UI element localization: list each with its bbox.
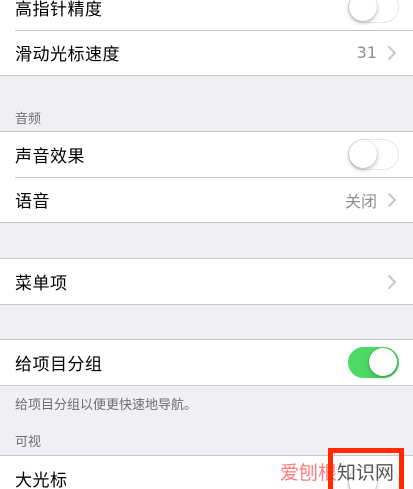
- cursor-speed-row[interactable]: 滑动光标速度 31: [0, 30, 413, 75]
- precision-row[interactable]: 高指针精度: [0, 0, 413, 30]
- group-items-row[interactable]: 给项目分组: [0, 340, 413, 385]
- grouping-footer-note: 给项目分组以便更快速地导航。: [15, 398, 198, 413]
- settings-screen: 高指针精度 滑动光标速度 31 音频 声音效果 语音 关闭 菜单项 给项目分组 …: [0, 0, 413, 489]
- pointer-group: 高指针精度 滑动光标速度 31: [0, 0, 413, 76]
- audio-group: 声音效果 语音 关闭: [0, 131, 413, 223]
- group-items-toggle[interactable]: [348, 347, 399, 378]
- toggle-knob: [349, 140, 377, 168]
- menu-items-row[interactable]: 菜单项: [0, 259, 413, 304]
- cursor-speed-value: 31: [356, 43, 377, 62]
- speech-value: 关闭: [344, 191, 377, 211]
- speech-row[interactable]: 语音 关闭: [0, 177, 413, 222]
- watermark-highlight-box: [328, 448, 404, 489]
- chevron-right-icon: [388, 45, 396, 60]
- menu-group: 菜单项: [0, 258, 413, 305]
- precision-label: 高指针精度: [15, 0, 103, 20]
- toggle-knob: [369, 348, 397, 376]
- grouping-group: 给项目分组: [0, 339, 413, 386]
- audio-section-header: 音频: [15, 112, 42, 127]
- chevron-right-icon: [388, 274, 396, 289]
- menu-items-label: 菜单项: [15, 274, 68, 294]
- cursor-speed-label: 滑动光标速度: [15, 45, 120, 65]
- chevron-right-icon: [388, 192, 396, 207]
- sound-effects-toggle[interactable]: [348, 139, 399, 170]
- site-watermark: 爱刨根知识网: [274, 448, 413, 489]
- toggle-knob: [349, 0, 377, 21]
- sound-effects-row[interactable]: 声音效果: [0, 132, 413, 177]
- sound-effects-label: 声音效果: [15, 147, 85, 167]
- group-items-label: 给项目分组: [15, 355, 103, 375]
- precision-toggle[interactable]: [348, 0, 399, 23]
- speech-label: 语音: [15, 192, 50, 212]
- visible-section-header: 可视: [15, 435, 42, 450]
